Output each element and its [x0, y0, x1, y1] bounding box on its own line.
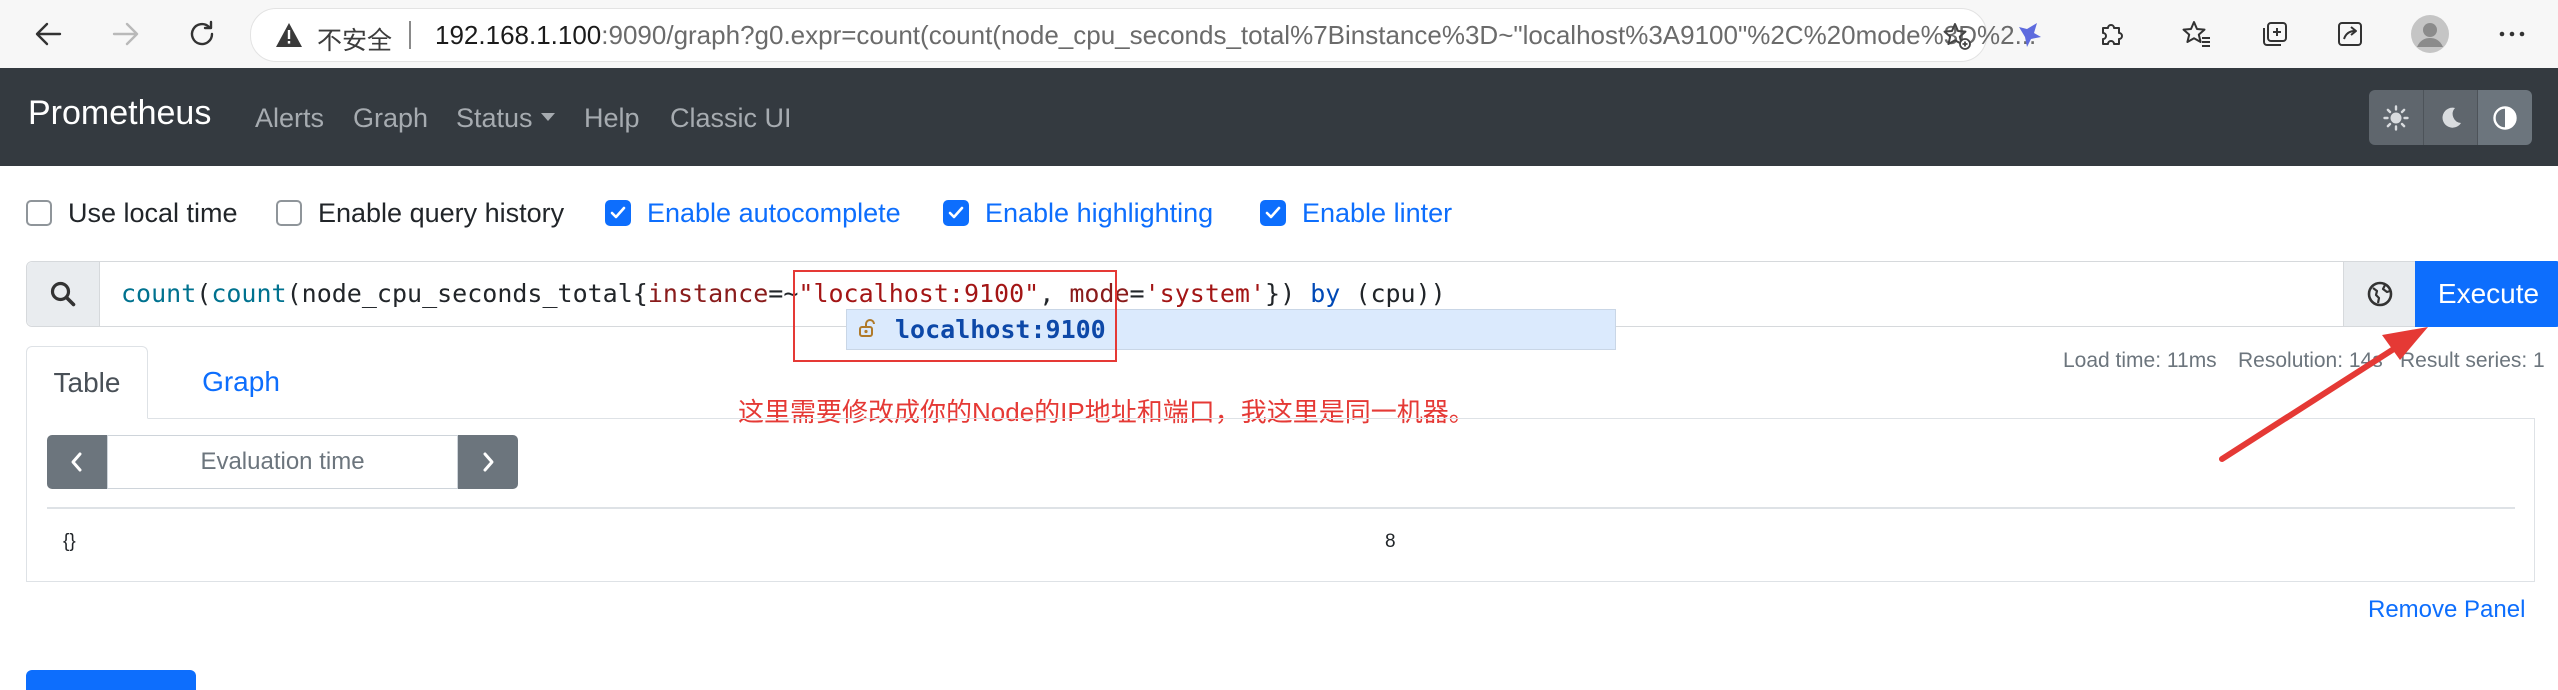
url-path: :9090/graph?g0.expr=count(count(node_cpu… — [601, 20, 2037, 50]
puzzle-icon[interactable] — [2092, 14, 2132, 54]
url-text[interactable]: 192.168.1.100:9090/graph?g0.expr=count(c… — [435, 20, 2036, 51]
nav-status-label: Status — [456, 103, 533, 133]
remove-panel-link[interactable]: Remove Panel — [2368, 596, 2525, 624]
moon-icon[interactable] — [2423, 90, 2479, 145]
label-enable-highlighting: Enable highlighting — [985, 197, 1214, 228]
check-icon — [610, 206, 626, 219]
token-brace: { — [632, 279, 648, 308]
browser-toolbar: 不安全 192.168.1.100:9090/graph?g0.expr=cou… — [0, 0, 2558, 69]
label-enable-autocomplete: Enable autocomplete — [647, 197, 901, 228]
app-navbar: Prometheus Alerts Graph Status Help Clas… — [0, 68, 2558, 166]
token-label-name: instance — [647, 279, 769, 308]
result-value: 8 — [1385, 531, 1396, 552]
token-grouping: (cpu) — [1355, 279, 1431, 308]
table-panel: Evaluation time {} 8 — [26, 418, 2535, 582]
security-label[interactable]: 不安全 — [317, 21, 392, 57]
chevron-right-icon — [483, 452, 494, 472]
checkbox-enable-query-history[interactable] — [276, 200, 302, 226]
load-time-text: Load time: 11ms — [2063, 349, 2217, 372]
nav-graph[interactable]: Graph — [353, 103, 428, 134]
label-enable-query-history: Enable query history — [318, 197, 565, 228]
token-paren: ) — [1280, 279, 1296, 308]
option-enable-autocomplete[interactable]: Enable autocomplete — [605, 196, 901, 230]
favorites-icon[interactable] — [2177, 14, 2217, 54]
evaluation-time-picker: Evaluation time — [47, 435, 518, 489]
label-enable-linter: Enable linter — [1302, 197, 1453, 228]
search-icon — [27, 262, 100, 326]
table-row: {} 8 — [47, 507, 2515, 567]
address-bar[interactable]: 不安全 192.168.1.100:9090/graph?g0.expr=cou… — [250, 8, 2036, 62]
metrics-explorer-button[interactable] — [2343, 262, 2416, 326]
execute-button[interactable]: Execute — [2415, 261, 2558, 327]
contrast-icon[interactable] — [2478, 90, 2532, 145]
forward-icon[interactable] — [106, 14, 146, 54]
expression-input[interactable]: count(count(node_cpu_seconds_total{insta… — [121, 279, 1446, 308]
favorite-add-icon[interactable] — [1942, 21, 1972, 56]
token-function: count — [211, 279, 287, 308]
resolution-stat: Resolution: 14s — [2238, 349, 2383, 372]
eval-prev-button[interactable] — [47, 435, 107, 489]
evaluation-time-input[interactable]: Evaluation time — [107, 435, 458, 489]
checkbox-enable-autocomplete[interactable] — [605, 200, 631, 226]
nav-help[interactable]: Help — [584, 103, 640, 134]
url-host: 192.168.1.100 — [435, 20, 602, 50]
brand-logo-text[interactable]: Prometheus — [28, 94, 211, 133]
option-use-local-time[interactable]: Use local time — [26, 196, 238, 230]
token-paren: ( — [196, 279, 212, 308]
collections-icon[interactable] — [2254, 14, 2294, 54]
checkbox-enable-highlighting[interactable] — [943, 200, 969, 226]
checkbox-use-local-time[interactable] — [26, 200, 52, 226]
check-icon — [1265, 206, 1281, 219]
check-icon — [948, 206, 964, 219]
token-function: count — [121, 279, 197, 308]
back-icon[interactable] — [28, 14, 68, 54]
option-enable-highlighting[interactable]: Enable highlighting — [943, 196, 1213, 230]
extension-icon[interactable] — [2010, 14, 2050, 54]
tab-graph[interactable]: Graph — [176, 346, 306, 418]
warning-icon[interactable] — [275, 22, 303, 53]
token-paren: ( — [286, 279, 302, 308]
nav-classic-ui[interactable]: Classic UI — [670, 103, 792, 134]
token-operator: = — [1129, 279, 1145, 308]
option-enable-linter[interactable]: Enable linter — [1260, 196, 1452, 230]
token-paren: ) — [1430, 279, 1446, 308]
nav-status[interactable]: Status — [456, 103, 555, 134]
checkbox-enable-linter[interactable] — [1260, 200, 1286, 226]
label-use-local-time: Use local time — [68, 197, 238, 228]
globe-icon — [2367, 281, 2393, 307]
share-icon[interactable] — [2330, 14, 2370, 54]
tab-table[interactable]: Table — [26, 346, 148, 419]
result-series-stat: Result series: 1 — [2398, 349, 2545, 373]
url-separator — [409, 21, 411, 49]
more-icon[interactable] — [2492, 14, 2532, 54]
reload-icon[interactable] — [182, 14, 222, 54]
token-string: 'system' — [1144, 279, 1266, 308]
chevron-down-icon — [540, 112, 555, 121]
profile-icon[interactable] — [2410, 14, 2450, 54]
result-labels: {} — [63, 531, 76, 552]
option-enable-query-history[interactable]: Enable query history — [276, 196, 564, 230]
add-panel-button[interactable] — [26, 670, 196, 690]
nav-alerts[interactable]: Alerts — [255, 103, 324, 134]
eval-next-button[interactable] — [458, 435, 518, 489]
chevron-left-icon — [71, 452, 82, 472]
theme-toggle-group — [2369, 90, 2532, 145]
sun-icon[interactable] — [2369, 90, 2424, 145]
token-metric: node_cpu_seconds_total — [301, 279, 633, 308]
token-keyword: by — [1310, 279, 1341, 308]
token-brace: } — [1265, 279, 1281, 308]
